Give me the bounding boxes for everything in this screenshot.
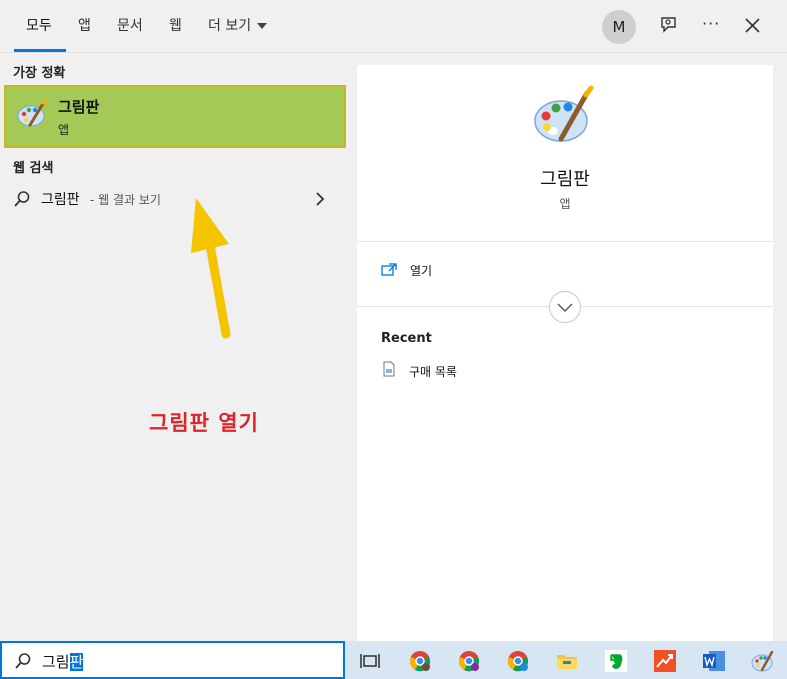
best-match-heading: 가장 정확 — [13, 66, 66, 81]
close-icon[interactable] — [742, 14, 764, 38]
divider — [357, 241, 773, 242]
annotation-text: 그림판 열기 — [149, 411, 259, 435]
open-icon — [381, 262, 397, 276]
web-search-suffix: - 웹 결과 보기 — [90, 193, 161, 207]
tab-more[interactable]: 더 보기 — [208, 14, 268, 52]
recent-item[interactable]: 구매 목록 — [357, 359, 773, 385]
chrome-profile-2-icon[interactable] — [457, 649, 481, 673]
open-label: 열기 — [410, 264, 433, 278]
paint-icon — [16, 98, 48, 130]
search-query-selected: 판 — [69, 653, 84, 671]
recent-item-label: 구매 목록 — [409, 365, 457, 379]
chevron-down-icon — [557, 303, 573, 312]
taskbar — [345, 641, 787, 679]
tab-documents[interactable]: 문서 — [117, 14, 143, 52]
search-query-plain: 그림 — [42, 653, 70, 671]
preview-app-name: 그림판 — [540, 169, 590, 190]
search-icon — [13, 190, 31, 208]
recent-heading: Recent — [381, 331, 432, 346]
paint-icon — [531, 85, 595, 149]
web-search-heading: 웹 검색 — [13, 161, 54, 176]
best-match-result[interactable]: 그림판 앱 — [4, 85, 346, 148]
web-search-result[interactable]: 그림판 - 웹 결과 보기 — [0, 181, 340, 217]
chevron-right-icon[interactable] — [314, 191, 326, 207]
chrome-profile-1-icon[interactable] — [408, 649, 432, 673]
tab-web[interactable]: 웹 — [169, 14, 182, 52]
tab-more-label: 더 보기 — [208, 18, 252, 34]
open-action[interactable]: 열기 — [357, 255, 773, 287]
best-match-type: 앱 — [58, 123, 70, 137]
expand-button[interactable] — [549, 291, 581, 323]
filter-tab-bar: 모두 앱 문서 웹 더 보기 M ··· — [0, 0, 787, 53]
image-file-icon — [383, 361, 395, 377]
word-icon[interactable] — [702, 649, 726, 673]
more-options-icon[interactable]: ··· — [702, 12, 724, 36]
search-icon — [14, 652, 32, 670]
feedback-icon[interactable] — [658, 14, 680, 38]
preview-panel: 그림판 앱 열기 Recent 구매 목록 — [357, 65, 773, 641]
chart-app-icon[interactable] — [653, 649, 677, 673]
web-search-query: 그림판 — [41, 192, 80, 208]
chevron-down-icon — [257, 23, 268, 29]
evernote-icon[interactable] — [604, 649, 628, 673]
file-explorer-icon[interactable] — [555, 649, 579, 673]
preview-app-type: 앱 — [559, 197, 571, 211]
best-match-name: 그림판 — [58, 98, 100, 116]
avatar[interactable]: M — [602, 10, 636, 44]
results-panel: 가장 정확 그림판 앱 웹 검색 그림판 - 웹 결과 보기 그림판 열기 — [0, 53, 350, 641]
paint-icon[interactable] — [751, 649, 775, 673]
search-query: 그림판 — [42, 651, 84, 672]
start-search-window: 모두 앱 문서 웹 더 보기 M ··· 가장 정확 그림판 앱 웹 검색 그림… — [0, 0, 787, 679]
annotation-arrow — [180, 193, 250, 343]
tab-all[interactable]: 모두 — [14, 14, 66, 52]
task-view-icon[interactable] — [359, 649, 383, 673]
search-input[interactable]: 그림판 — [0, 641, 345, 679]
tab-apps[interactable]: 앱 — [78, 14, 91, 52]
chrome-profile-3-icon[interactable] — [506, 649, 530, 673]
